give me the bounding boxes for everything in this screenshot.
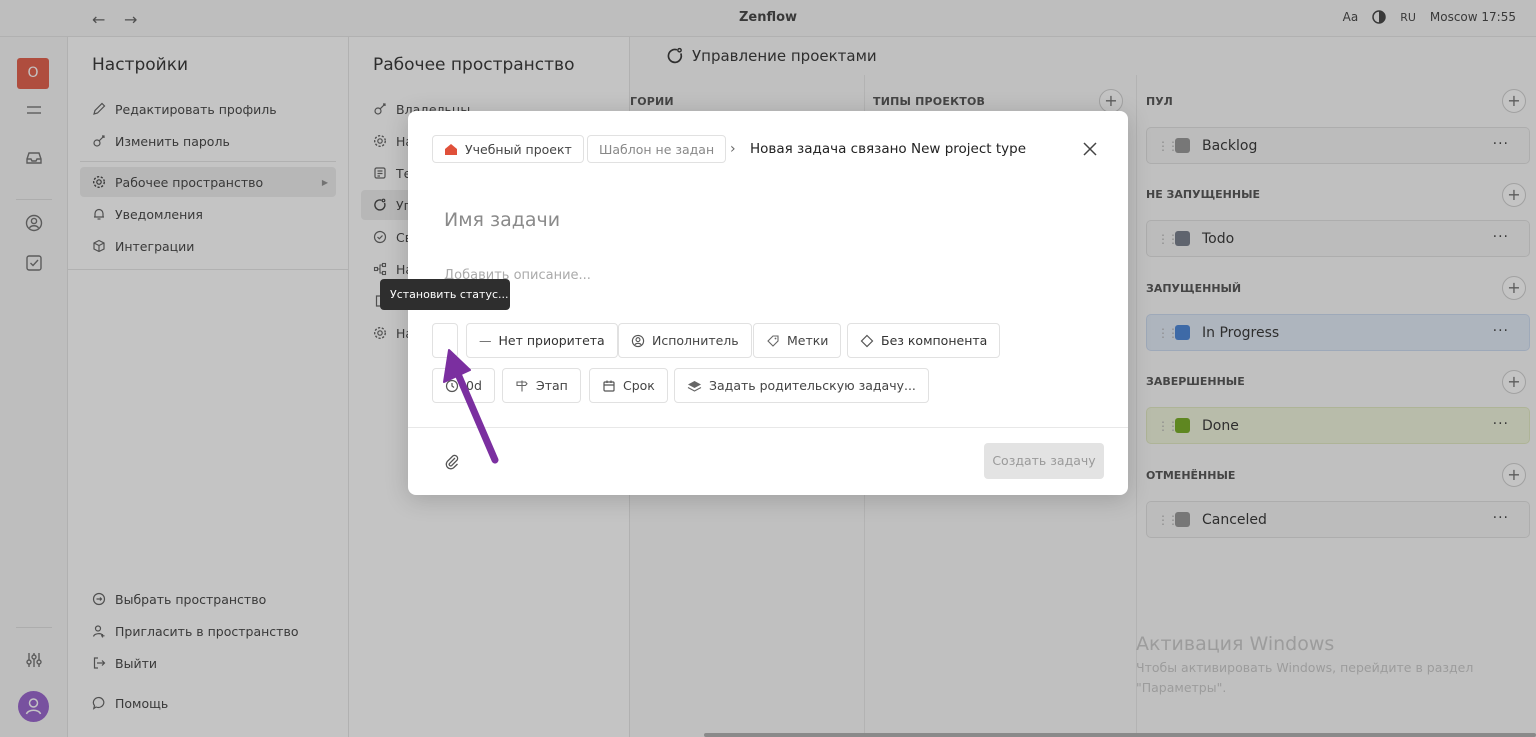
labels-button[interactable]: Метки: [753, 323, 842, 358]
status-tooltip: Установить статус...: [380, 279, 510, 310]
stage-label: Этап: [536, 378, 568, 393]
task-name-input[interactable]: Имя задачи: [444, 209, 560, 231]
layers-icon: [687, 379, 702, 393]
component-label: Без компонента: [881, 333, 988, 348]
calendar-icon: [602, 379, 616, 393]
breadcrumb-separator: ›: [730, 141, 736, 157]
create-task-modal: Учебный проект Шаблон не задан › Новая з…: [408, 111, 1128, 495]
assignee-label: Исполнитель: [652, 333, 739, 348]
template-chip[interactable]: Шаблон не задан: [587, 135, 727, 163]
parent-task-button[interactable]: Задать родительскую задачу...: [674, 368, 929, 403]
due-date-button[interactable]: Срок: [589, 368, 668, 403]
project-home-icon: [444, 143, 458, 156]
diamond-icon: [860, 334, 874, 348]
annotation-arrow: [443, 349, 499, 464]
signpost-icon: [515, 379, 529, 393]
assignee-button[interactable]: Исполнитель: [618, 323, 752, 358]
close-icon[interactable]: [1081, 140, 1099, 158]
component-button[interactable]: Без компонента: [847, 323, 1001, 358]
user-circle-icon: [631, 334, 645, 348]
project-name: Учебный проект: [465, 141, 572, 157]
stage-button[interactable]: Этап: [502, 368, 581, 403]
labels-label: Метки: [787, 333, 829, 348]
project-chip[interactable]: Учебный проект: [432, 135, 584, 163]
breadcrumb: Новая задача связано New project type: [750, 141, 1027, 157]
tag-icon: [766, 334, 780, 348]
priority-label: Нет приоритета: [498, 333, 605, 348]
template-label: Шаблон не задан: [599, 141, 715, 157]
create-task-button[interactable]: Создать задачу: [984, 443, 1104, 479]
parent-task-label: Задать родительскую задачу...: [709, 378, 916, 393]
due-date-label: Срок: [623, 378, 655, 393]
